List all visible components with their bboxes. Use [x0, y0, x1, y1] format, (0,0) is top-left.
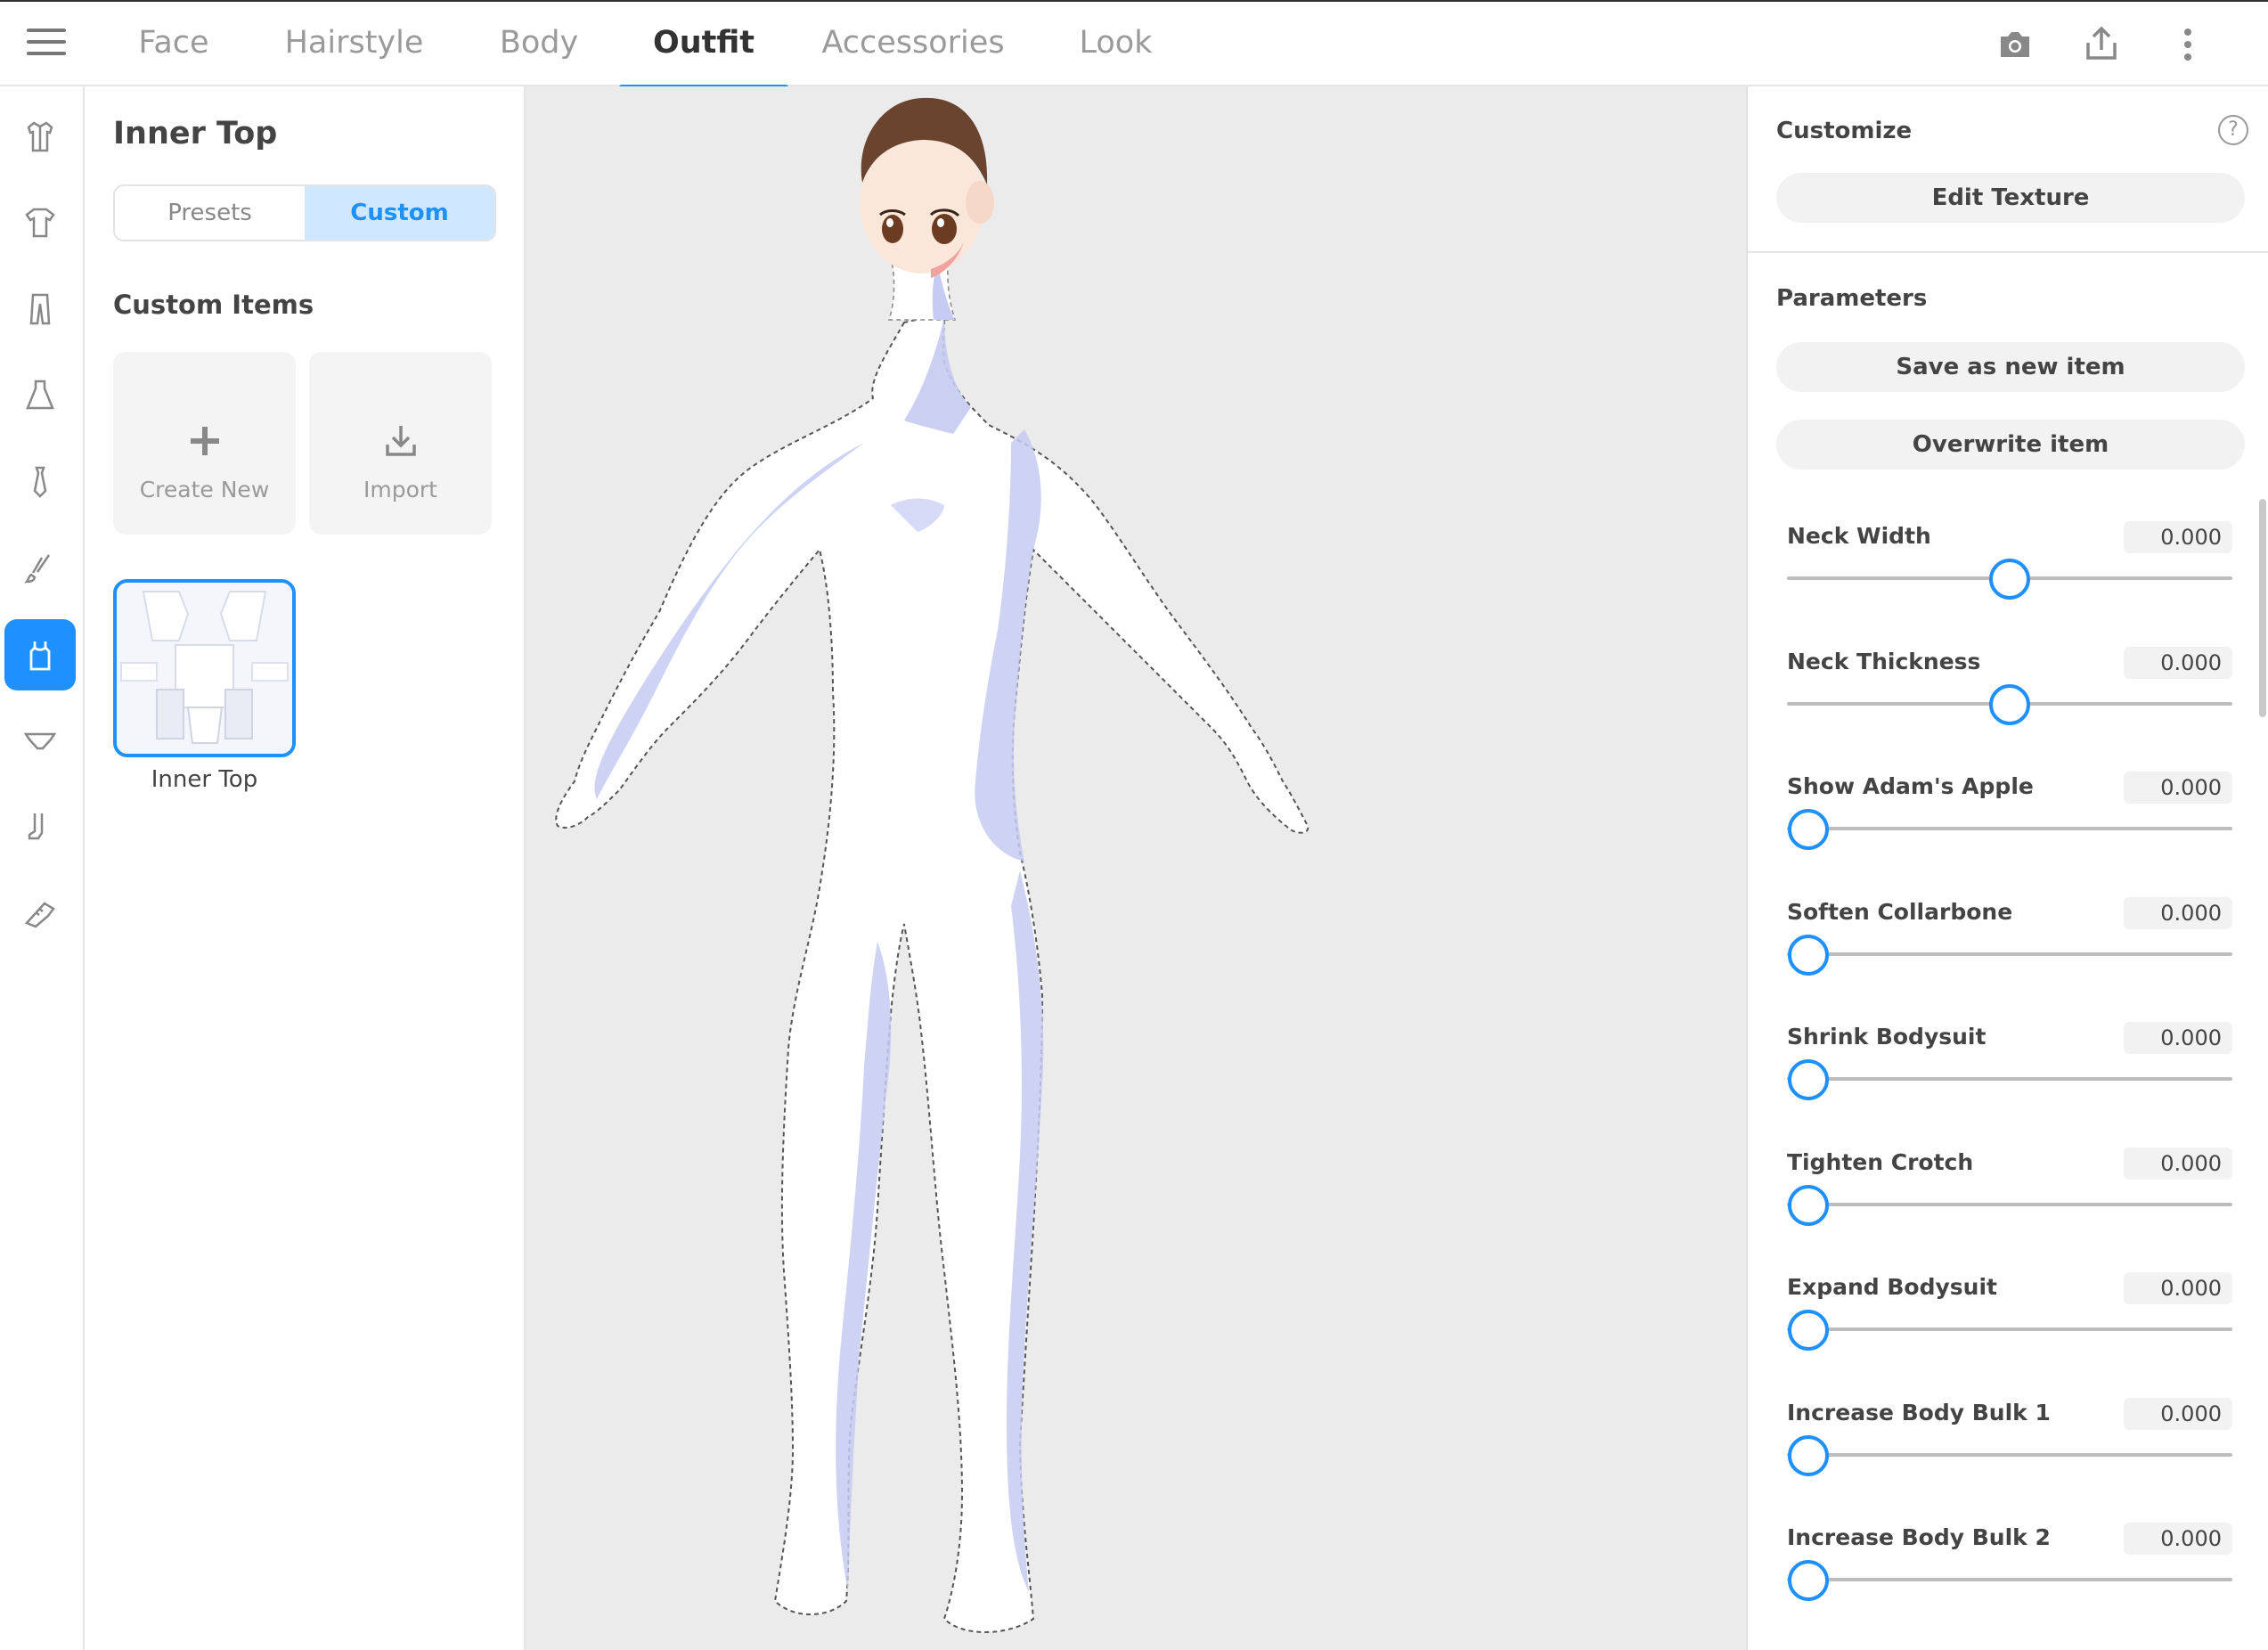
parameter-name: Show Adam's Apple	[1787, 773, 2034, 799]
custom-items-title: Custom Items	[113, 290, 314, 320]
parameter-row: Neck Width 0.000	[1776, 521, 2245, 630]
avatar-viewport[interactable]	[526, 86, 1746, 1650]
tab-look[interactable]: Look	[1065, 2, 1167, 88]
parameter-value-field[interactable]: 0.000	[2124, 1397, 2232, 1430]
inner-top-icon[interactable]	[4, 619, 76, 690]
parameter-row: Soften Collarbone 0.000	[1776, 896, 2245, 1006]
top-bar: Face Hairstyle Body Outfit Accessories L…	[0, 0, 2268, 90]
shoe-icon[interactable]	[4, 878, 76, 950]
customize-panel: Customize ? Edit Texture Parameters Save…	[1746, 86, 2268, 1650]
parameter-row: Increase Body Bulk 1 0.000	[1776, 1397, 2245, 1507]
slider-thumb[interactable]	[1989, 559, 2030, 600]
parameter-row: Expand Bodysuit 0.000	[1776, 1272, 2245, 1381]
parameter-value-field[interactable]: 0.000	[2124, 1523, 2232, 1555]
parameter-value-field[interactable]: 0.000	[2124, 1147, 2232, 1180]
create-new-label: Create New	[139, 477, 270, 502]
parameter-name: Expand Bodysuit	[1787, 1274, 1997, 1300]
parameter-name: Neck Width	[1787, 523, 1931, 549]
import-button[interactable]: Import	[309, 352, 492, 535]
parameter-row: Show Adam's Apple 0.000	[1776, 772, 2245, 880]
avatar-model	[555, 97, 1309, 1633]
parameter-name: Neck Thickness	[1787, 648, 1981, 674]
parameters-title: Parameters	[1776, 285, 1928, 312]
parameter-value-field[interactable]: 0.000	[2124, 896, 2232, 929]
tab-body[interactable]: Body	[485, 2, 592, 88]
sock-icon[interactable]	[4, 792, 76, 863]
parameter-value-field[interactable]: 0.000	[2124, 646, 2232, 679]
customize-title: Customize	[1776, 118, 1913, 144]
tab-face[interactable]: Face	[125, 2, 223, 88]
create-new-button[interactable]: Create New	[113, 352, 296, 535]
edit-texture-button[interactable]: Edit Texture	[1776, 173, 2245, 223]
item-label: Inner Top	[151, 766, 258, 793]
parameter-row: Increase Body Bulk 2 0.000	[1776, 1523, 2245, 1631]
slider-thumb[interactable]	[1788, 809, 1829, 850]
tie-icon[interactable]	[4, 446, 76, 518]
dress-icon[interactable]	[4, 360, 76, 431]
tab-outfit[interactable]: Outfit	[619, 2, 788, 90]
item-panel: Inner Top Presets Custom Custom Items Cr…	[85, 86, 526, 1650]
parameter-value-field[interactable]: 0.000	[2124, 772, 2232, 804]
slider-track[interactable]	[1787, 827, 2232, 830]
help-icon[interactable]: ?	[2218, 115, 2248, 145]
slider-thumb[interactable]	[1788, 1310, 1829, 1351]
download-icon	[309, 423, 492, 462]
divider	[1748, 251, 2268, 253]
parameter-name: Increase Body Bulk 1	[1787, 1399, 2051, 1425]
category-rail	[0, 86, 85, 1650]
brush-icon[interactable]	[4, 533, 76, 604]
slider-track[interactable]	[1787, 1452, 2232, 1457]
parameter-value-field[interactable]: 0.000	[2124, 1272, 2232, 1304]
tab-hairstyle[interactable]: Hairstyle	[276, 2, 432, 88]
slider-track[interactable]	[1787, 1327, 2232, 1331]
slider-track[interactable]	[1787, 1578, 2232, 1581]
slider-thumb[interactable]	[1788, 1560, 1829, 1601]
share-icon[interactable]	[2080, 23, 2123, 66]
hamburger-menu-icon[interactable]	[27, 29, 66, 61]
pants-icon[interactable]	[4, 274, 76, 345]
panel-title: Inner Top	[113, 116, 278, 151]
plus-icon	[113, 423, 296, 462]
slider-track[interactable]	[1787, 1077, 2232, 1081]
parameter-row: Neck Thickness 0.000	[1776, 646, 2245, 756]
parameter-row: Shrink Bodysuit 0.000	[1776, 1022, 2245, 1131]
slider-thumb[interactable]	[1989, 683, 2030, 725]
parameter-value-field[interactable]: 0.000	[2124, 1022, 2232, 1054]
shirt-icon[interactable]	[4, 187, 76, 258]
parameter-name: Shrink Bodysuit	[1787, 1024, 1987, 1050]
inner-top-item-thumbnail[interactable]	[113, 579, 296, 757]
camera-icon[interactable]	[1994, 23, 2036, 66]
slider-thumb[interactable]	[1788, 1434, 1829, 1476]
overwrite-item-button[interactable]: Overwrite item	[1776, 420, 2245, 470]
custom-tab[interactable]: Custom	[305, 186, 494, 240]
parameter-value-field[interactable]: 0.000	[2124, 521, 2232, 553]
slider-track[interactable]	[1787, 952, 2232, 956]
parameter-name: Soften Collarbone	[1787, 898, 2013, 925]
tab-accessories[interactable]: Accessories	[820, 2, 1007, 88]
parameter-name: Increase Body Bulk 2	[1787, 1524, 2051, 1550]
import-label: Import	[363, 477, 437, 502]
coat-icon[interactable]	[4, 101, 76, 172]
parameter-row: Tighten Crotch 0.000	[1776, 1147, 2245, 1256]
underwear-icon[interactable]	[4, 706, 76, 777]
parameter-name: Tighten Crotch	[1787, 1148, 1974, 1175]
slider-track[interactable]	[1787, 1202, 2232, 1206]
slider-thumb[interactable]	[1788, 1059, 1829, 1100]
scrollbar[interactable]	[2259, 499, 2266, 717]
presets-tab[interactable]: Presets	[115, 186, 305, 240]
more-vert-icon[interactable]	[2166, 23, 2209, 66]
slider-thumb[interactable]	[1788, 1184, 1829, 1226]
slider-thumb[interactable]	[1788, 934, 1829, 976]
presets-custom-toggle: Presets Custom	[113, 184, 496, 241]
save-as-new-item-button[interactable]: Save as new item	[1776, 342, 2245, 392]
